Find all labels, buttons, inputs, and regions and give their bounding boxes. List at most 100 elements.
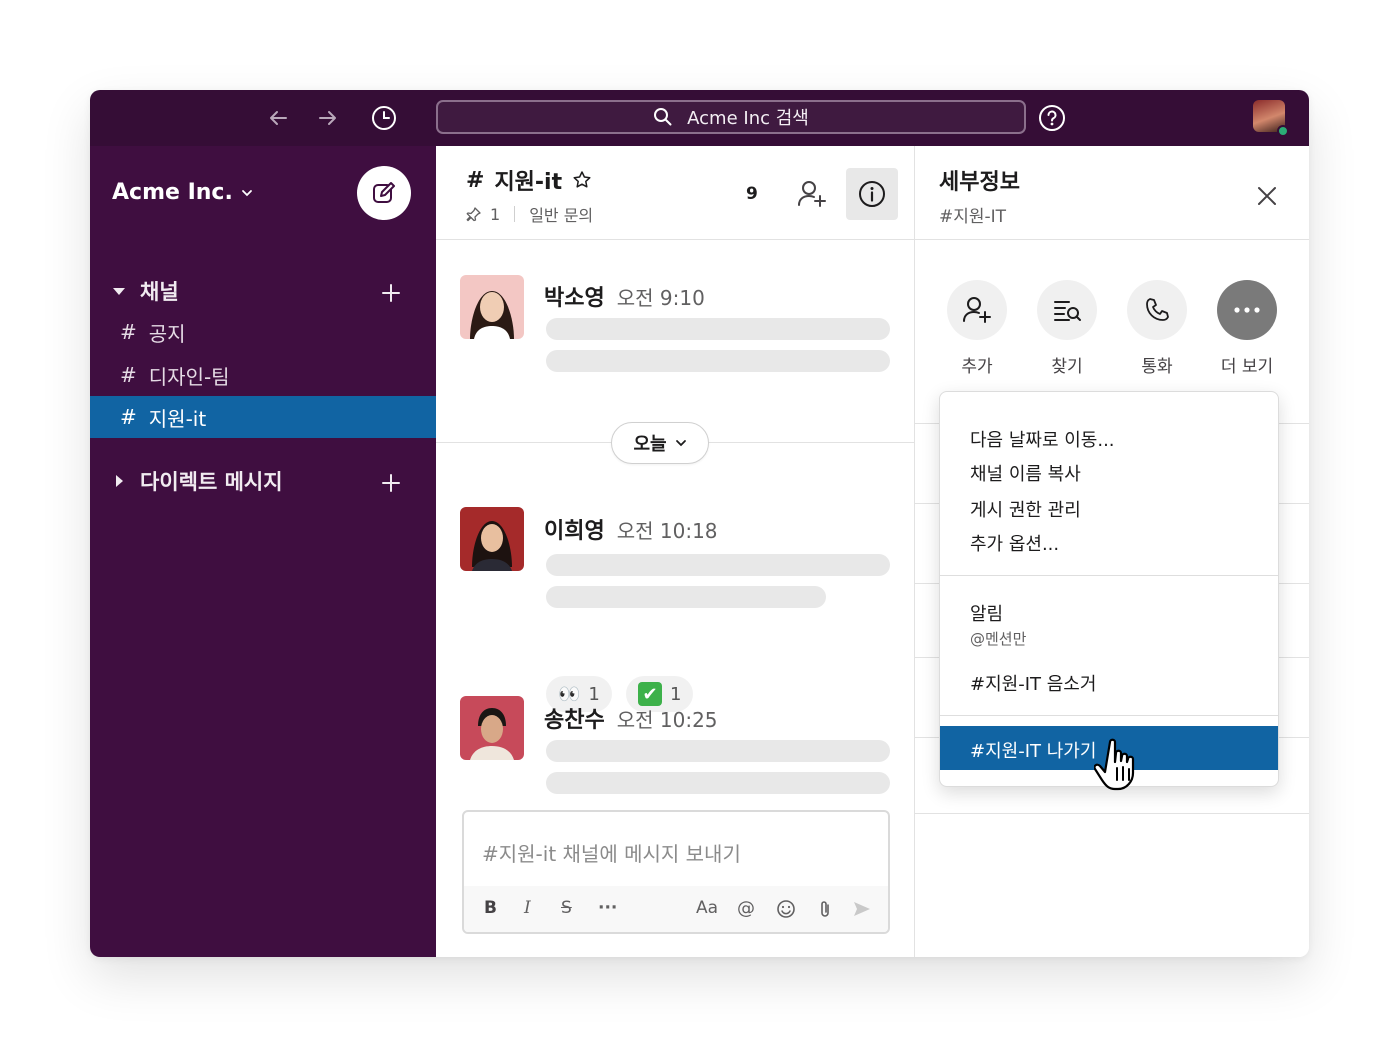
message-placeholder (546, 586, 826, 608)
sidebar-item-공지[interactable]: # 공지 (90, 311, 436, 353)
action-label: 통화 (1141, 357, 1173, 377)
chevron-down-icon (675, 440, 686, 447)
star-icon[interactable] (572, 170, 592, 190)
hash-icon: # (120, 320, 137, 344)
avatar[interactable] (460, 507, 524, 571)
message-author[interactable]: 이희영 오전 10:18 (544, 513, 718, 545)
message-time[interactable]: 오전 10:18 (617, 519, 718, 543)
menu-item-mute[interactable]: #지원-IT 음소거 (970, 670, 1096, 696)
message-placeholder (546, 318, 890, 340)
strikethrough-button[interactable]: S (561, 898, 572, 918)
more-options-menu: 다음 날짜로 이동... 채널 이름 복사 게시 권한 관리 추가 옵션... … (939, 391, 1279, 787)
info-icon (859, 181, 885, 207)
emoji-icon[interactable] (776, 899, 796, 919)
mention-button[interactable]: @ (737, 898, 755, 919)
menu-item-copy-name[interactable]: 채널 이름 복사 (970, 460, 1081, 486)
notifications-value: @멘션만 (970, 630, 1027, 648)
sidebar-item-label: 공지 (148, 321, 186, 346)
message-composer[interactable]: #지원-it 채널에 메시지 보내기 B I S ··· Aa @ (462, 810, 890, 934)
action-label: 찾기 (1051, 357, 1083, 377)
caret-right-icon (116, 475, 123, 487)
member-count[interactable]: 9 (746, 184, 758, 204)
top-bar: Acme Inc 검색 (90, 90, 1309, 146)
send-icon[interactable] (852, 900, 872, 918)
close-icon[interactable] (1255, 184, 1279, 212)
arrow-right-icon[interactable] (314, 104, 342, 132)
channel-view: # 지원-it 1 일반 문의 9 박소영 오전 9:10 오늘 이희영 오전 … (436, 146, 915, 957)
sidebar-item-label: 디자인-팀 (148, 364, 230, 389)
avatar[interactable] (460, 275, 524, 339)
hash-icon: # (120, 405, 137, 429)
more-horizontal-icon (1234, 307, 1260, 313)
pin-icon[interactable] (466, 206, 482, 222)
message-time[interactable]: 오전 10:25 (617, 708, 718, 732)
action-label: 더 보기 (1220, 357, 1274, 377)
bold-button[interactable]: B (484, 898, 497, 918)
workspace-switcher[interactable]: Acme Inc. (112, 180, 253, 205)
message-author[interactable]: 박소영 오전 9:10 (544, 280, 705, 312)
message-placeholder (546, 554, 890, 576)
channel-name: 지원-it (494, 170, 563, 195)
online-status-icon (1277, 125, 1289, 137)
avatar[interactable] (460, 696, 524, 760)
details-subtitle: #지원-IT (939, 207, 1007, 227)
message-placeholder (546, 350, 890, 372)
channel-topic[interactable]: 일반 문의 (529, 202, 593, 226)
clock-icon[interactable] (370, 104, 398, 132)
more-formatting-button[interactable]: ··· (598, 898, 617, 918)
search-bar[interactable]: Acme Inc 검색 (436, 100, 1026, 134)
hash-icon: # (120, 363, 137, 387)
compose-button[interactable] (357, 166, 411, 220)
message-author[interactable]: 송찬수 오전 10:25 (544, 702, 718, 734)
add-people-action[interactable]: 추가 (947, 280, 1007, 377)
more-action[interactable]: 더 보기 (1217, 280, 1277, 377)
composer-placeholder[interactable]: #지원-it 채널에 메시지 보내기 (482, 838, 741, 867)
menu-item-notifications[interactable]: 알림 (970, 600, 1003, 626)
author-name[interactable]: 송찬수 (544, 708, 605, 733)
find-in-channel-icon (1054, 301, 1081, 321)
search-icon (654, 108, 672, 126)
formatting-toggle-button[interactable]: Aa (696, 898, 718, 918)
add-dm-icon[interactable] (380, 472, 402, 494)
hand-cursor-icon (1094, 738, 1135, 791)
sidebar-item-디자인-팀[interactable]: # 디자인-팀 (90, 354, 436, 396)
channel-header: # 지원-it 1 일반 문의 9 (436, 146, 915, 240)
action-label: 추가 (961, 357, 993, 377)
message-time[interactable]: 오전 9:10 (617, 286, 705, 310)
channel-details-button[interactable] (846, 168, 898, 220)
menu-item-posting-permissions[interactable]: 게시 권한 관리 (970, 496, 1081, 522)
dm-section-toggle[interactable]: 다이렉트 메시지 (112, 466, 283, 496)
menu-divider (940, 715, 1278, 716)
sidebar-item-label: 지원-it (148, 406, 207, 431)
message-placeholder (546, 740, 890, 762)
attachment-icon[interactable] (816, 899, 834, 919)
channel-title[interactable]: # 지원-it (466, 164, 592, 196)
sidebar-item-지원-it[interactable]: # 지원-it (90, 396, 436, 438)
chevron-down-icon (241, 189, 252, 196)
channels-section-toggle[interactable]: 채널 (112, 276, 179, 306)
menu-item-jump-to-date[interactable]: 다음 날짜로 이동... (970, 426, 1115, 452)
sidebar: Acme Inc. 채널 # 공지 # 디자인-팀 # 지원-it 다이렉트 메… (90, 146, 436, 957)
composer-toolbar: B I S ··· Aa @ (464, 886, 888, 932)
menu-divider (940, 575, 1278, 576)
divider (514, 206, 516, 222)
pin-count[interactable]: 1 (490, 205, 500, 224)
channels-header: 채널 (140, 280, 179, 304)
hash-icon: # (466, 167, 485, 193)
find-action[interactable]: 찾기 (1037, 280, 1097, 377)
author-name[interactable]: 이희영 (544, 519, 605, 544)
search-text: Acme Inc 검색 (687, 108, 809, 129)
arrow-left-icon[interactable] (264, 104, 292, 132)
message-placeholder (546, 772, 890, 794)
help-icon[interactable] (1038, 104, 1066, 136)
call-action[interactable]: 통화 (1127, 280, 1187, 377)
add-member-icon[interactable] (796, 178, 828, 214)
author-name[interactable]: 박소영 (544, 286, 605, 311)
menu-item-more-options[interactable]: 추가 옵션... (970, 530, 1059, 556)
details-header: 세부정보 #지원-IT (915, 146, 1309, 240)
day-divider-button[interactable]: 오늘 (611, 422, 709, 464)
add-channel-icon[interactable] (380, 282, 402, 304)
italic-button[interactable]: I (524, 898, 531, 918)
details-title: 세부정보 (939, 170, 1020, 195)
caret-down-icon (113, 288, 125, 295)
